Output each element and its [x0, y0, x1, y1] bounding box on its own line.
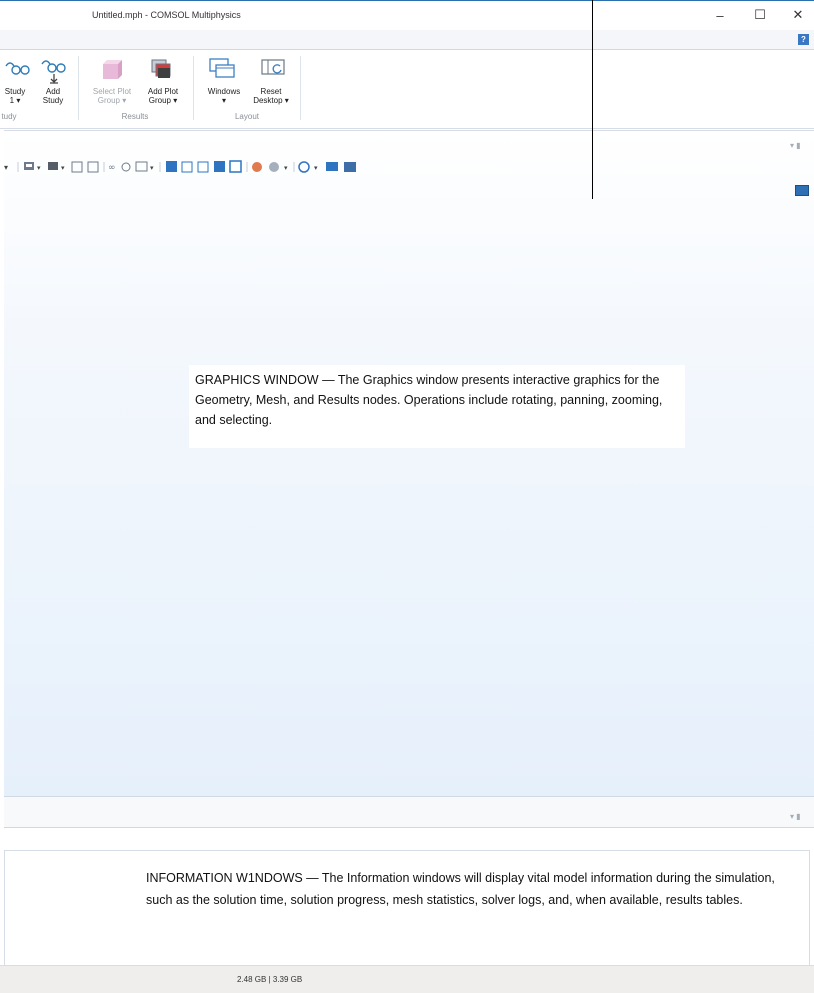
svg-text:▾: ▾	[4, 163, 8, 172]
svg-text:▾: ▾	[61, 164, 65, 172]
memory-usage: 2.48 GB | 3.39 GB	[237, 975, 303, 984]
layout-group-label: Layout	[234, 112, 260, 121]
graphics-window-callout: GRAPHICS WINDOW — The Graphics window pr…	[189, 365, 685, 448]
information-window-header	[4, 796, 814, 828]
add-plot-line2: Group ▾	[148, 96, 178, 105]
ribbon-separator	[300, 56, 301, 120]
svg-text:▾: ▾	[37, 164, 41, 172]
study-button[interactable]: Study 1 ▾	[2, 87, 28, 105]
windows-button[interactable]: Windows ▾	[198, 87, 250, 105]
help-icon[interactable]: ?	[798, 34, 809, 45]
minimize-button[interactable]: –	[708, 4, 732, 26]
add-plot-line1: Add Plot	[147, 87, 179, 96]
graphics-toolbar: ▾ ▾ ▾ ∞ ▾ ▾ ▾	[4, 160, 356, 173]
close-button[interactable]: ✕	[786, 4, 810, 26]
callout-pointer-line	[592, 0, 593, 199]
maximize-button[interactable]: ☐	[748, 4, 772, 26]
results-group-label: Results	[121, 112, 149, 121]
status-bar	[0, 965, 814, 993]
reset-desktop-line2: Desktop ▾	[253, 96, 289, 105]
add-study-line1: Add	[45, 87, 61, 96]
ribbon-separator	[78, 56, 79, 120]
select-plot-group-icon	[103, 60, 122, 79]
graphics-pin-icon[interactable]: ▾ ▮	[790, 141, 801, 150]
information-window-callout: INFORMATION W1NDOWS — The Information wi…	[146, 871, 775, 907]
add-study-button[interactable]: Add Study	[38, 87, 68, 105]
svg-text:▾: ▾	[150, 164, 154, 172]
windows-line2: ▾	[221, 96, 226, 105]
svg-text:▾: ▾	[284, 164, 288, 172]
add-study-icon[interactable]	[40, 56, 66, 86]
select-plot-line2: Group ▾	[97, 96, 127, 105]
select-plot-group-button[interactable]: Select Plot Group ▾	[86, 87, 138, 105]
window-title: Untitled.mph - COMSOL Multiphysics	[92, 10, 241, 20]
information-pin-icon[interactable]: ▾ ▮	[790, 812, 801, 821]
graphics-corner-icon[interactable]	[795, 185, 809, 196]
add-study-line2: Study	[42, 96, 64, 105]
svg-text:∞: ∞	[108, 163, 116, 173]
windows-icon[interactable]	[208, 57, 238, 81]
reset-desktop-button[interactable]: Reset Desktop ▾	[248, 87, 294, 105]
reset-desktop-icon[interactable]	[260, 58, 288, 80]
quick-access-bar	[0, 30, 814, 50]
study-icon[interactable]	[4, 58, 30, 78]
graphics-window[interactable]	[4, 130, 814, 797]
study-group-label: tudy	[1, 112, 17, 121]
windows-line1: Windows	[207, 87, 241, 96]
reset-desktop-line1: Reset	[260, 87, 282, 96]
add-plot-group-button[interactable]: Add Plot Group ▾	[140, 87, 186, 105]
add-plot-group-icon[interactable]	[148, 56, 174, 82]
study-button-line1: Study	[4, 87, 26, 96]
study-button-line2: 1 ▾	[9, 96, 21, 105]
select-plot-line1: Select Plot	[92, 87, 132, 96]
svg-text:▾: ▾	[314, 164, 318, 172]
ribbon-separator	[193, 56, 194, 120]
